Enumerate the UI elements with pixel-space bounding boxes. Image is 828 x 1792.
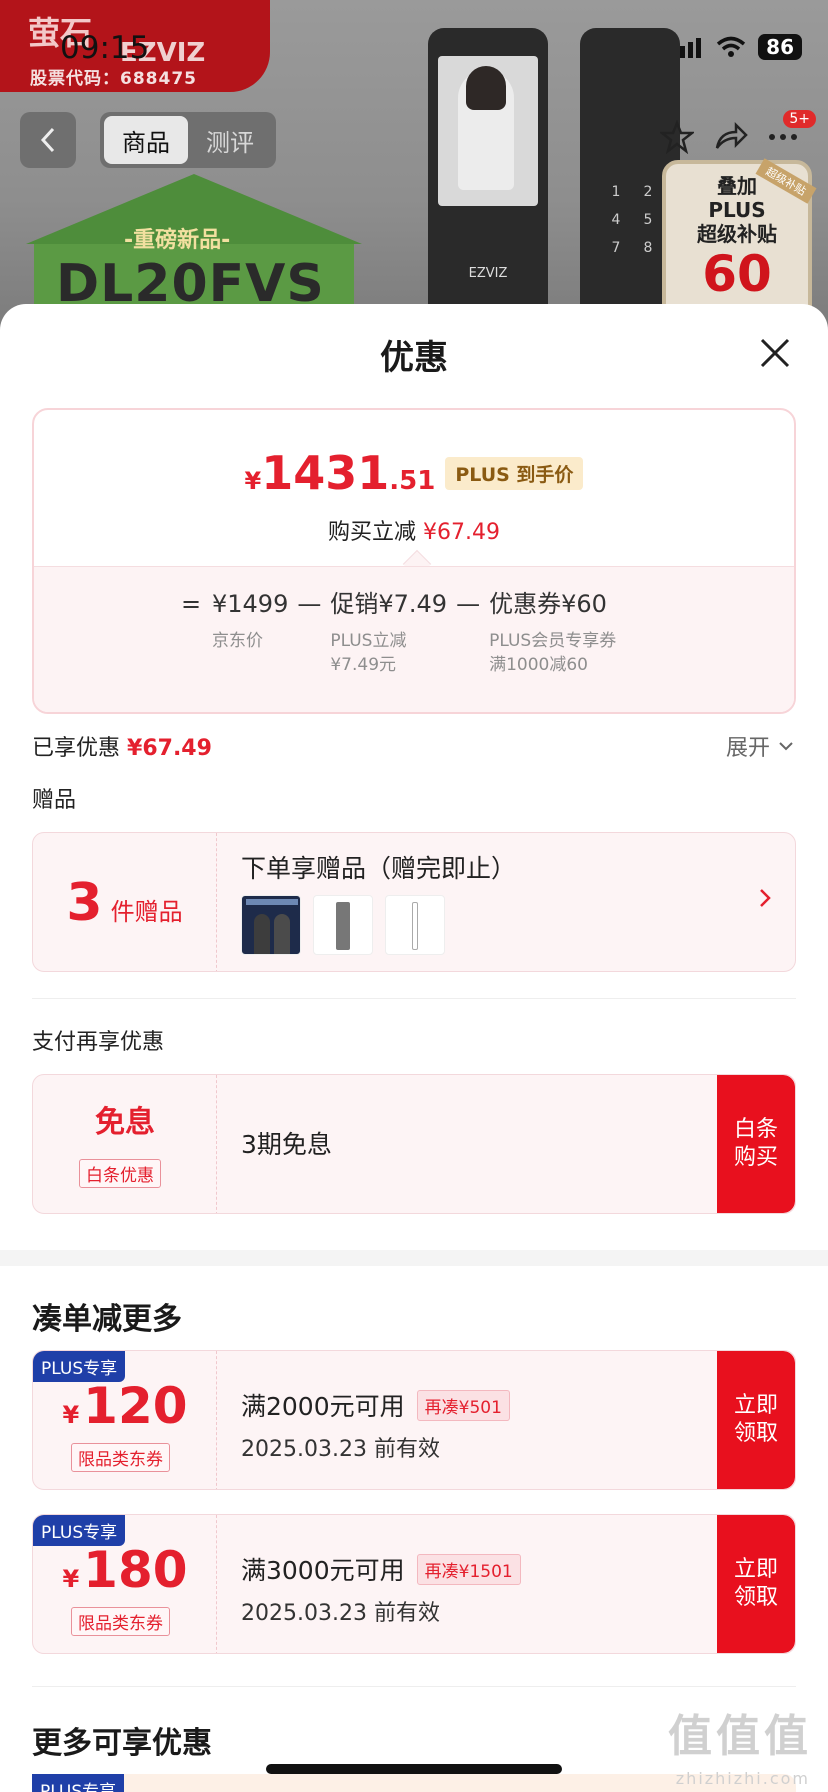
more-icon[interactable] (768, 132, 798, 142)
gift-card[interactable]: 3 件赠品 下单享赠品（赠完即止） (32, 832, 796, 972)
product-page-background: 萤石 EZVIZ 股票代码：688475 09:15 86 商品 测评 -重磅新… (0, 0, 828, 330)
discount-sheet: 优惠 ¥ 1431 .51 PLUS 到手价 购买立减 ¥67.49 = ¥14… (0, 304, 828, 1792)
battery-indicator: 86 (758, 34, 802, 60)
coupon-amount: ¥ 120 (62, 1377, 188, 1435)
instant-discount-amount: ¥67.49 (423, 520, 500, 545)
coupon-gap-tag: 再凑¥501 (416, 1389, 510, 1421)
coupon-expiry: 2025.03.23 前有效 (241, 1601, 440, 1626)
wifi-icon (717, 36, 746, 57)
chevron-left-icon (40, 127, 55, 153)
final-price: ¥ 1431 .51 PLUS 到手价 (34, 446, 794, 500)
coupon-gap-tag: 再凑¥1501 (416, 1553, 521, 1585)
chevron-right-icon (760, 889, 771, 907)
formula-jd-price: ¥1499 京东价 (212, 590, 289, 651)
chevron-down-icon (779, 742, 793, 751)
formula-coupon: 优惠券¥60 PLUS会员专享券 满1000减60 (489, 590, 617, 675)
plus-subsidy-amount: 60 (702, 245, 772, 303)
claim-coupon-button[interactable]: 立即 领取 (717, 1515, 795, 1653)
baitiao-tag: 白条优惠 (79, 1159, 161, 1188)
watermark-url: zhizhizhi.com (675, 1769, 810, 1788)
gift-unit: 件赠品 (110, 898, 183, 926)
gift-count: 3 (66, 873, 103, 933)
coupon-type: 限品类东券 (71, 1607, 170, 1636)
final-price-integer: 1431 (261, 446, 390, 500)
final-price-decimal: .51 (389, 466, 436, 496)
gift-description: 下单享赠品（赠完即止） (241, 854, 517, 883)
status-time: 09:15 (60, 30, 150, 66)
coupon-amount: ¥ 180 (62, 1541, 188, 1599)
baitiao-buy-button[interactable]: 白条 购买 (717, 1075, 795, 1213)
back-button[interactable] (20, 112, 76, 168)
page-actions (660, 120, 798, 154)
gift-thumbnail (313, 895, 373, 955)
home-indicator[interactable] (266, 1764, 562, 1774)
smart-lock-image: EZVIZ (428, 28, 548, 328)
tab-review[interactable]: 测评 (188, 116, 272, 164)
interest-free-card: 免息 白条优惠 3期免息 白条 购买 (32, 1074, 796, 1214)
coupon-condition: 满3000元可用 (241, 1556, 405, 1585)
product-tab-switcher: 商品 测评 (100, 112, 276, 168)
status-indicators: 86 (672, 34, 802, 60)
plus-exclusive-badge: PLUS专享 (32, 1774, 125, 1792)
minus-sign: — (456, 590, 481, 618)
minus-sign: — (297, 590, 322, 618)
payment-section-label: 支付再享优惠 (32, 1030, 165, 1055)
coupon-card: PLUS专享 ¥ 180 限品类东券 满3000元可用 再凑¥1501 2025… (32, 1514, 796, 1654)
coupon-expiry: 2025.03.23 前有效 (241, 1437, 440, 1462)
enjoyed-discount: 已享优惠 ¥67.49 (32, 736, 212, 761)
divider (32, 1686, 796, 1687)
watermark: 值值值 (668, 1711, 812, 1762)
keypad: 12 45 78 (611, 184, 653, 256)
formula-promotion: 促销¥7.49 PLUS立减 ¥7.49元 (330, 590, 448, 675)
gift-thumbnail (385, 895, 445, 955)
interest-free-label: 免息 (95, 1105, 155, 1140)
gift-thumbnail (241, 895, 301, 955)
gift-section-label: 赠品 (32, 788, 77, 813)
equals-sign: = (180, 590, 202, 618)
expand-button[interactable]: 展开 (726, 730, 794, 762)
message-badge: 5+ (783, 110, 816, 128)
tab-product[interactable]: 商品 (104, 116, 188, 164)
enjoyed-discount-amount: ¥67.49 (127, 736, 212, 761)
coupon-condition: 满2000元可用 (241, 1392, 405, 1421)
price-breakdown-card: ¥ 1431 .51 PLUS 到手价 购买立减 ¥67.49 = ¥1499 … (32, 408, 796, 714)
instant-discount: 购买立减 ¥67.49 (328, 520, 500, 545)
lock-brand: EZVIZ (468, 266, 508, 281)
close-icon[interactable] (758, 336, 792, 370)
section-separator (0, 1250, 828, 1266)
installment-description: 3期免息 (241, 1130, 332, 1159)
bundle-section-title: 凑单减更多 (32, 1302, 182, 1337)
more-offers-title: 更多可享优惠 (32, 1726, 212, 1761)
share-icon[interactable] (714, 120, 748, 154)
star-icon[interactable] (660, 120, 694, 154)
sheet-title: 优惠 (380, 338, 448, 378)
gift-thumbnails (241, 895, 445, 955)
new-product-tag: -重磅新品- (124, 228, 231, 253)
coupon-card: PLUS专享 ¥ 120 限品类东券 满2000元可用 再凑¥501 2025.… (32, 1350, 796, 1490)
claim-coupon-button[interactable]: 立即 领取 (717, 1351, 795, 1489)
price-formula: = ¥1499 京东价 — 促销¥7.49 PLUS立减 ¥7.49元 — 优惠… (34, 566, 794, 712)
plus-price-tag: PLUS 到手价 (445, 456, 584, 490)
stock-code: 股票代码：688475 (30, 69, 197, 89)
divider (32, 998, 796, 999)
coupon-type: 限品类东券 (71, 1443, 170, 1472)
